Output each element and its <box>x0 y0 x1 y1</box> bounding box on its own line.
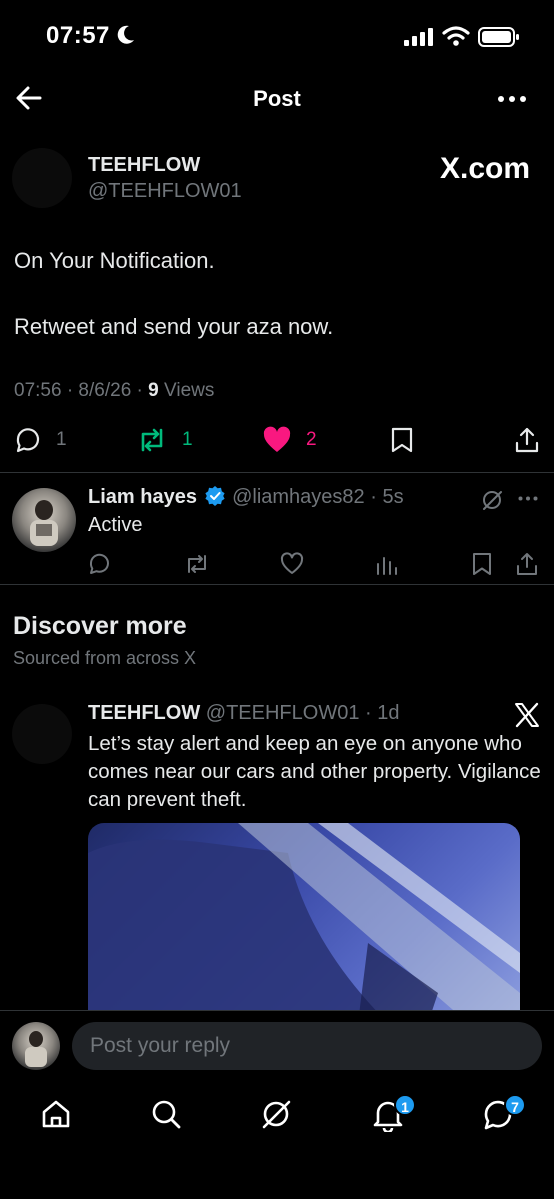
author-name[interactable]: TEEHFLOW <box>88 154 200 177</box>
heart-filled-icon <box>263 426 291 452</box>
reply-count: 1 <box>56 429 67 450</box>
discover-author-name[interactable]: TEEHFLOW <box>88 702 200 724</box>
reply-repost-button[interactable] <box>184 552 210 576</box>
reply-avatar[interactable] <box>12 488 76 552</box>
share-icon <box>515 427 539 453</box>
author-handle[interactable]: @TEEHFLOW01 <box>88 180 242 203</box>
divider <box>0 584 554 585</box>
grok-button[interactable] <box>480 488 504 512</box>
reply-icon <box>16 428 40 453</box>
tweet-media-image[interactable] <box>88 823 520 1023</box>
nav-search[interactable] <box>150 1098 182 1130</box>
messages-badge: 7 <box>504 1094 526 1116</box>
more-icon <box>518 496 538 501</box>
nav-home[interactable] <box>40 1098 72 1130</box>
repost-action[interactable]: 1 <box>136 426 193 454</box>
grok-icon <box>483 491 502 510</box>
heart-icon <box>280 552 304 574</box>
reply-input[interactable]: Post your reply <box>72 1022 542 1070</box>
battery-icon <box>478 26 520 48</box>
reply-more-button[interactable] <box>518 496 538 501</box>
post-timestamp: 07:56 · 8/6/26 · <box>14 380 149 401</box>
share-icon <box>517 553 537 575</box>
reply-bookmark-button[interactable] <box>472 552 492 576</box>
divider <box>0 472 554 473</box>
status-time: 07:57 <box>46 22 110 49</box>
repost-icon <box>141 428 163 452</box>
like-action[interactable]: 2 <box>262 426 317 454</box>
more-options-button[interactable] <box>498 96 526 102</box>
notifications-badge: 1 <box>394 1094 416 1116</box>
x-logo-icon <box>514 702 540 728</box>
brand-label: X.com <box>440 152 531 185</box>
section-subtitle: Sourced from across X <box>13 648 197 668</box>
post-text-line-2: Retweet and send your aza now. <box>14 314 334 339</box>
home-icon <box>42 1100 70 1128</box>
reply-author-name[interactable]: Liam hayes <box>88 486 197 508</box>
author-avatar[interactable] <box>12 148 72 208</box>
moon-icon <box>116 24 136 46</box>
discover-tweet-header: TEEHFLOW @TEEHFLOW01 · 1d <box>88 702 399 725</box>
post-meta: 07:56 · 8/6/26 · 9 Views <box>14 380 214 402</box>
bookmark-icon <box>473 553 491 575</box>
reply-share-button[interactable] <box>516 552 538 576</box>
bookmark-button[interactable] <box>390 426 414 454</box>
reply-action[interactable]: 1 <box>14 426 67 454</box>
reply-icon <box>89 553 109 574</box>
grok-icon <box>262 1100 291 1129</box>
views-label: Views <box>164 380 215 401</box>
nav-grok[interactable] <box>260 1098 292 1130</box>
verified-badge-icon <box>204 486 225 506</box>
like-count: 2 <box>306 429 317 450</box>
reply-text: Active <box>88 514 143 536</box>
reply-header: Liam hayes @liamhayes82 · 5s <box>88 486 404 509</box>
share-button[interactable] <box>514 426 540 454</box>
repost-count: 1 <box>182 429 193 450</box>
page-title: Post <box>253 86 301 111</box>
discover-handle-time[interactable]: @TEEHFLOW01 · 1d <box>206 702 400 724</box>
composer-avatar <box>12 1022 60 1070</box>
section-title: Discover more <box>13 612 187 640</box>
wifi-icon <box>442 25 470 47</box>
post-text-line-1: On Your Notification. <box>14 248 215 273</box>
reply-reply-button[interactable] <box>88 552 112 576</box>
repost-icon <box>188 555 206 573</box>
discover-author-avatar[interactable] <box>12 704 72 764</box>
bookmark-icon <box>391 427 413 453</box>
reply-handle-time[interactable]: @liamhayes82 · 5s <box>232 486 403 508</box>
reply-like-button[interactable] <box>280 552 304 576</box>
cellular-signal-icon <box>404 28 434 46</box>
discover-tweet-text: Let’s stay alert and keep an eye on anyo… <box>88 732 541 811</box>
search-icon <box>152 1100 181 1129</box>
reply-views-button[interactable] <box>376 552 398 576</box>
analytics-icon <box>377 557 397 575</box>
views-count: 9 <box>148 380 159 401</box>
